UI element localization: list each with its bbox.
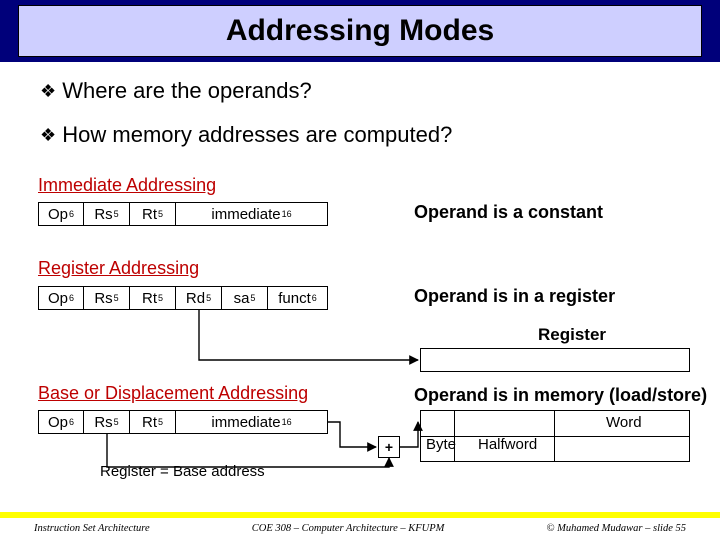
memory-halfword-label: Halfword: [478, 436, 537, 453]
field-rs: Rs5: [84, 286, 130, 310]
footer: Instruction Set Architecture COE 308 – C…: [0, 520, 720, 536]
field-op: Op6: [38, 202, 84, 226]
desc-base: Operand is in memory (load/store): [414, 385, 707, 406]
bullet-2-text: How memory addresses are computed?: [62, 122, 452, 147]
footer-accent-bar: [0, 512, 720, 518]
format-immediate: Op6 Rs5 Rt5 immediate16: [38, 202, 328, 226]
format-base: Op6 Rs5 Rt5 immediate16: [38, 410, 328, 434]
field-funct: funct6: [268, 286, 328, 310]
field-rt: Rt5: [130, 410, 176, 434]
page-title: Addressing Modes: [226, 14, 494, 48]
desc-register: Operand is in a register: [414, 286, 615, 307]
bullets: ❖ Where are the operands? ❖ How memory a…: [40, 78, 690, 166]
register-box-title: Register: [538, 325, 606, 345]
bullet-1: ❖ Where are the operands?: [40, 78, 690, 104]
memory-word-label: Word: [606, 414, 642, 431]
bullet-1-text: Where are the operands?: [62, 78, 312, 103]
section-immediate-label: Immediate Addressing: [38, 175, 216, 196]
field-rt: Rt5: [130, 286, 176, 310]
field-immediate: immediate16: [176, 202, 328, 226]
field-op: Op6: [38, 286, 84, 310]
field-op: Op6: [38, 410, 84, 434]
register-box: [420, 348, 690, 372]
field-rs: Rs5: [84, 202, 130, 226]
footer-center: COE 308 – Computer Architecture – KFUPM: [252, 523, 445, 534]
diamond-icon: ❖: [40, 125, 56, 145]
desc-immediate: Operand is a constant: [414, 202, 603, 223]
diamond-icon: ❖: [40, 81, 56, 101]
footer-left: Instruction Set Architecture: [34, 523, 150, 534]
base-note: Register = Base address: [100, 463, 265, 480]
adder-plus: +: [378, 436, 400, 458]
field-immediate: immediate16: [176, 410, 328, 434]
section-register-label: Register Addressing: [38, 258, 199, 279]
memory-half-divider: [554, 410, 555, 462]
field-rt: Rt5: [130, 202, 176, 226]
memory-byte-label: Byte: [426, 436, 456, 453]
format-register: Op6 Rs5 Rt5 Rd5 sa5 funct6: [38, 286, 328, 310]
field-rs: Rs5: [84, 410, 130, 434]
section-base-label: Base or Displacement Addressing: [38, 383, 308, 404]
memory-divider-row: [420, 436, 690, 462]
field-rd: Rd5: [176, 286, 222, 310]
field-sa: sa5: [222, 286, 268, 310]
bullet-2: ❖ How memory addresses are computed?: [40, 122, 690, 148]
title-band: Addressing Modes: [18, 5, 702, 57]
footer-right: © Muhamed Mudawar – slide 55: [546, 523, 686, 534]
